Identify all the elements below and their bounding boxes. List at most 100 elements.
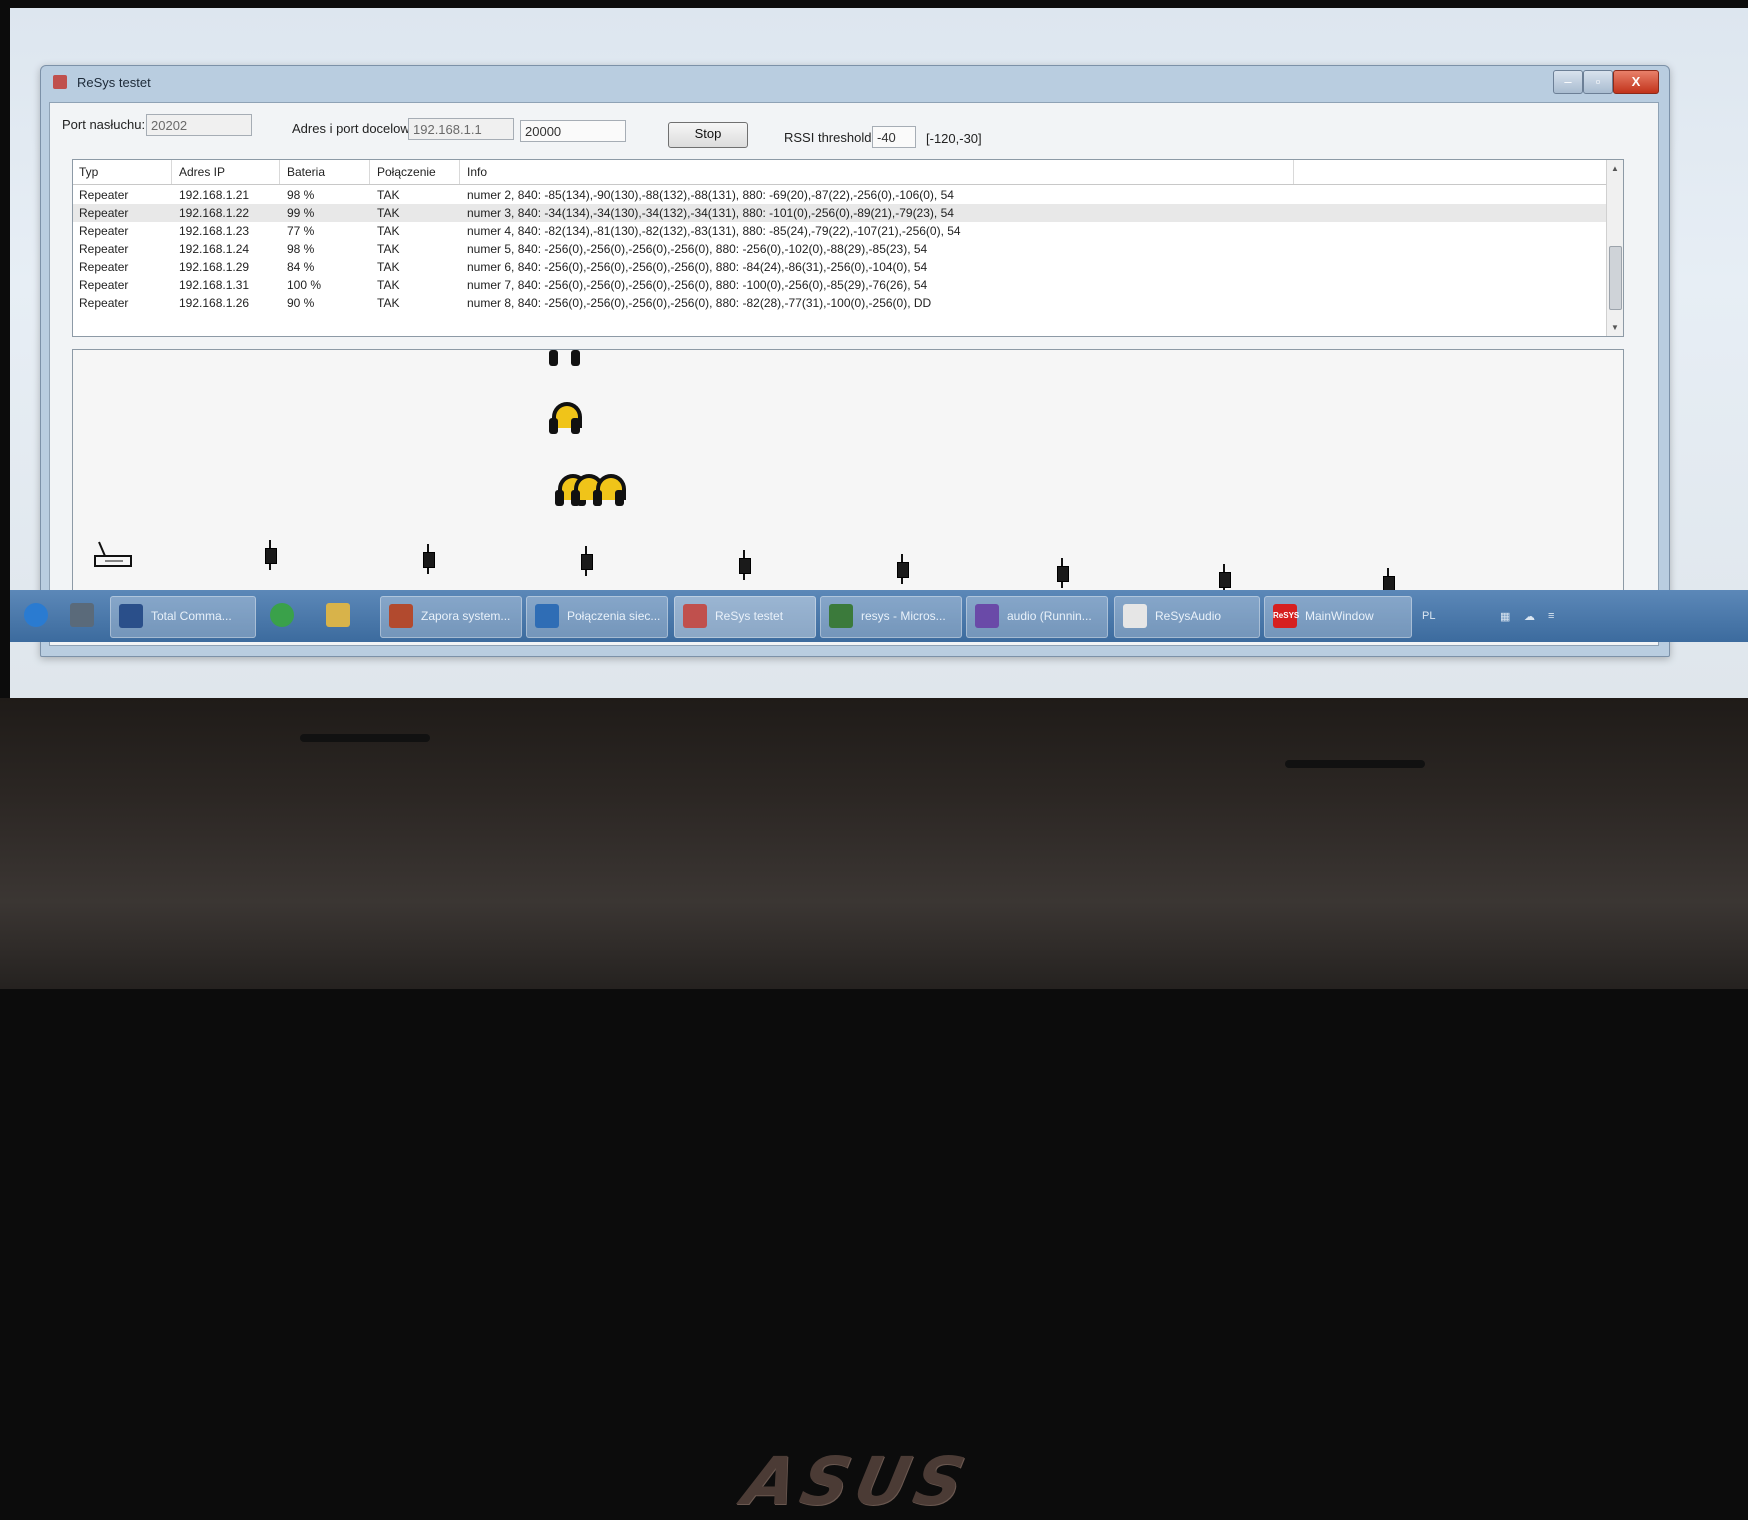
cell-info: numer 6, 840: -256(0),-256(0),-256(0),-2… <box>467 260 928 274</box>
taskbar-item-label: Zapora system... <box>421 609 511 623</box>
rssi-range-label: [-120,-30] <box>926 131 982 146</box>
chrome-icon <box>270 603 294 627</box>
taskbar-pinned[interactable] <box>62 596 106 636</box>
table-row[interactable]: Repeater 192.168.1.23 77 % TAK numer 4, … <box>73 222 1607 240</box>
table-row[interactable]: Repeater 192.168.1.21 98 % TAK numer 2, … <box>73 186 1607 204</box>
minimize-button[interactable]: – <box>1553 70 1583 94</box>
taskbar-item-label: ReSysAudio <box>1155 609 1222 623</box>
scroll-down-icon[interactable]: ▼ <box>1611 323 1619 332</box>
maximize-button[interactable]: ▫ <box>1583 70 1613 94</box>
cell-battery: 90 % <box>287 296 315 310</box>
csharp-icon <box>829 604 853 628</box>
menu-icon[interactable]: ≡ <box>1548 610 1554 622</box>
taskbar-item[interactable] <box>262 596 310 636</box>
scroll-up-icon[interactable]: ▲ <box>1611 164 1619 173</box>
taskbar-item-label: Total Comma... <box>151 609 232 623</box>
cell-ip: 192.168.1.24 <box>179 242 250 256</box>
cell-ip: 192.168.1.23 <box>179 224 250 238</box>
stop-button[interactable]: Stop <box>668 122 748 148</box>
cell-connection: TAK <box>377 188 400 202</box>
cell-info: numer 7, 840: -256(0),-256(0),-256(0),-2… <box>467 278 928 292</box>
cell-info: numer 4, 840: -82(134),-81(130),-82(132)… <box>467 224 961 238</box>
grid-scrollbar[interactable]: ▲ ▼ <box>1606 160 1623 336</box>
taskbar: Total Comma... Zapora system... Połączen… <box>10 590 1748 642</box>
column-divider <box>369 160 370 184</box>
target-port-input[interactable]: 20000 <box>520 120 626 142</box>
resys-icon <box>683 604 707 628</box>
listen-port-input[interactable]: 20202 <box>146 114 252 136</box>
cell-typ: Repeater <box>79 278 129 292</box>
column-header-typ[interactable]: Typ <box>79 165 98 179</box>
taskbar-item-active[interactable]: ReSys testet <box>674 596 816 638</box>
client-area: Port nasłuchu: 20202 Adres i port docelo… <box>49 102 1659 646</box>
cell-ip: 192.168.1.22 <box>179 206 250 220</box>
floppy-icon <box>119 604 143 628</box>
close-button[interactable]: X <box>1613 70 1659 94</box>
cell-connection: TAK <box>377 278 400 292</box>
windows-icon[interactable]: ▦ <box>1500 610 1510 623</box>
language-indicator[interactable]: PL <box>1422 610 1435 622</box>
taskbar-item[interactable]: Połączenia siec... <box>526 596 668 638</box>
title-bar[interactable]: ReSys testet – ▫ X <box>41 66 1669 98</box>
cell-battery: 100 % <box>287 278 322 292</box>
table-row[interactable]: Repeater 192.168.1.22 99 % TAK numer 3, … <box>73 204 1607 222</box>
repeater-icon[interactable] <box>1057 558 1069 588</box>
rssi-threshold-input[interactable]: -40 <box>872 126 916 148</box>
column-header-ip[interactable]: Adres IP <box>179 165 225 179</box>
target-ip-input[interactable]: 192.168.1.1 <box>408 118 514 140</box>
taskbar-item-label: Połączenia siec... <box>567 609 661 623</box>
table-row[interactable]: Repeater 192.168.1.31 100 % TAK numer 7,… <box>73 276 1607 294</box>
table-row[interactable]: Repeater 192.168.1.26 90 % TAK numer 8, … <box>73 294 1607 312</box>
column-divider <box>459 160 460 184</box>
repeater-icon[interactable] <box>581 546 593 576</box>
repeater-icon[interactable] <box>739 550 751 580</box>
vs-icon <box>975 604 999 628</box>
cell-typ: Repeater <box>79 224 129 238</box>
cell-battery: 98 % <box>287 188 315 202</box>
base-station-icon[interactable] <box>93 540 133 568</box>
headphone-icon[interactable] <box>549 334 583 370</box>
column-divider <box>171 160 172 184</box>
start-button[interactable] <box>16 596 56 636</box>
cell-battery: 77 % <box>287 224 315 238</box>
app-icon <box>70 603 94 627</box>
laptop-bezel: ASUS <box>0 698 1748 1520</box>
cell-info: numer 3, 840: -34(134),-34(130),-34(132)… <box>467 206 954 220</box>
cell-connection: TAK <box>377 224 400 238</box>
table-row[interactable]: Repeater 192.168.1.24 98 % TAK numer 5, … <box>73 240 1607 258</box>
taskbar-item[interactable]: Zapora system... <box>380 596 522 638</box>
taskbar-item[interactable]: audio (Runnin... <box>966 596 1108 638</box>
cell-ip: 192.168.1.31 <box>179 278 250 292</box>
taskbar-item[interactable] <box>318 596 366 636</box>
cell-battery: 98 % <box>287 242 315 256</box>
device-grid[interactable]: Typ Adres IP Bateria Połączenie Info Rep… <box>72 159 1624 337</box>
cell-typ: Repeater <box>79 206 129 220</box>
headphone-icon[interactable] <box>549 402 583 438</box>
headphone-icon[interactable] <box>593 474 627 510</box>
window-title: ReSys testet <box>77 75 151 90</box>
cell-connection: TAK <box>377 206 400 220</box>
taskbar-item-label: audio (Runnin... <box>1007 609 1092 623</box>
scroll-thumb[interactable] <box>1609 246 1622 310</box>
firewall-icon <box>389 604 413 628</box>
cell-info: numer 8, 840: -256(0),-256(0),-256(0),-2… <box>467 296 932 310</box>
column-header-info[interactable]: Info <box>467 165 487 179</box>
repeater-icon[interactable] <box>423 544 435 574</box>
taskbar-item[interactable]: ReSysAudio <box>1114 596 1260 638</box>
screen: ReSys testet – ▫ X Port nasłuchu: 20202 … <box>10 8 1748 698</box>
taskbar-item-label: resys - Micros... <box>861 609 946 623</box>
column-header-battery[interactable]: Bateria <box>287 165 325 179</box>
column-header-connection[interactable]: Połączenie <box>377 165 436 179</box>
repeater-icon[interactable] <box>897 554 909 584</box>
taskbar-item[interactable]: Total Comma... <box>110 596 256 638</box>
taskbar-item[interactable]: resys - Micros... <box>820 596 962 638</box>
repeater-icon[interactable] <box>265 540 277 570</box>
table-row[interactable]: Repeater 192.168.1.29 84 % TAK numer 6, … <box>73 258 1607 276</box>
resys-window: ReSys testet – ▫ X Port nasłuchu: 20202 … <box>40 65 1670 657</box>
cell-typ: Repeater <box>79 242 129 256</box>
cell-battery: 99 % <box>287 206 315 220</box>
taskbar-item[interactable]: ReSYS MainWindow <box>1264 596 1412 638</box>
document-icon <box>1123 604 1147 628</box>
cell-connection: TAK <box>377 296 400 310</box>
cloud-icon[interactable]: ☁ <box>1524 610 1535 623</box>
